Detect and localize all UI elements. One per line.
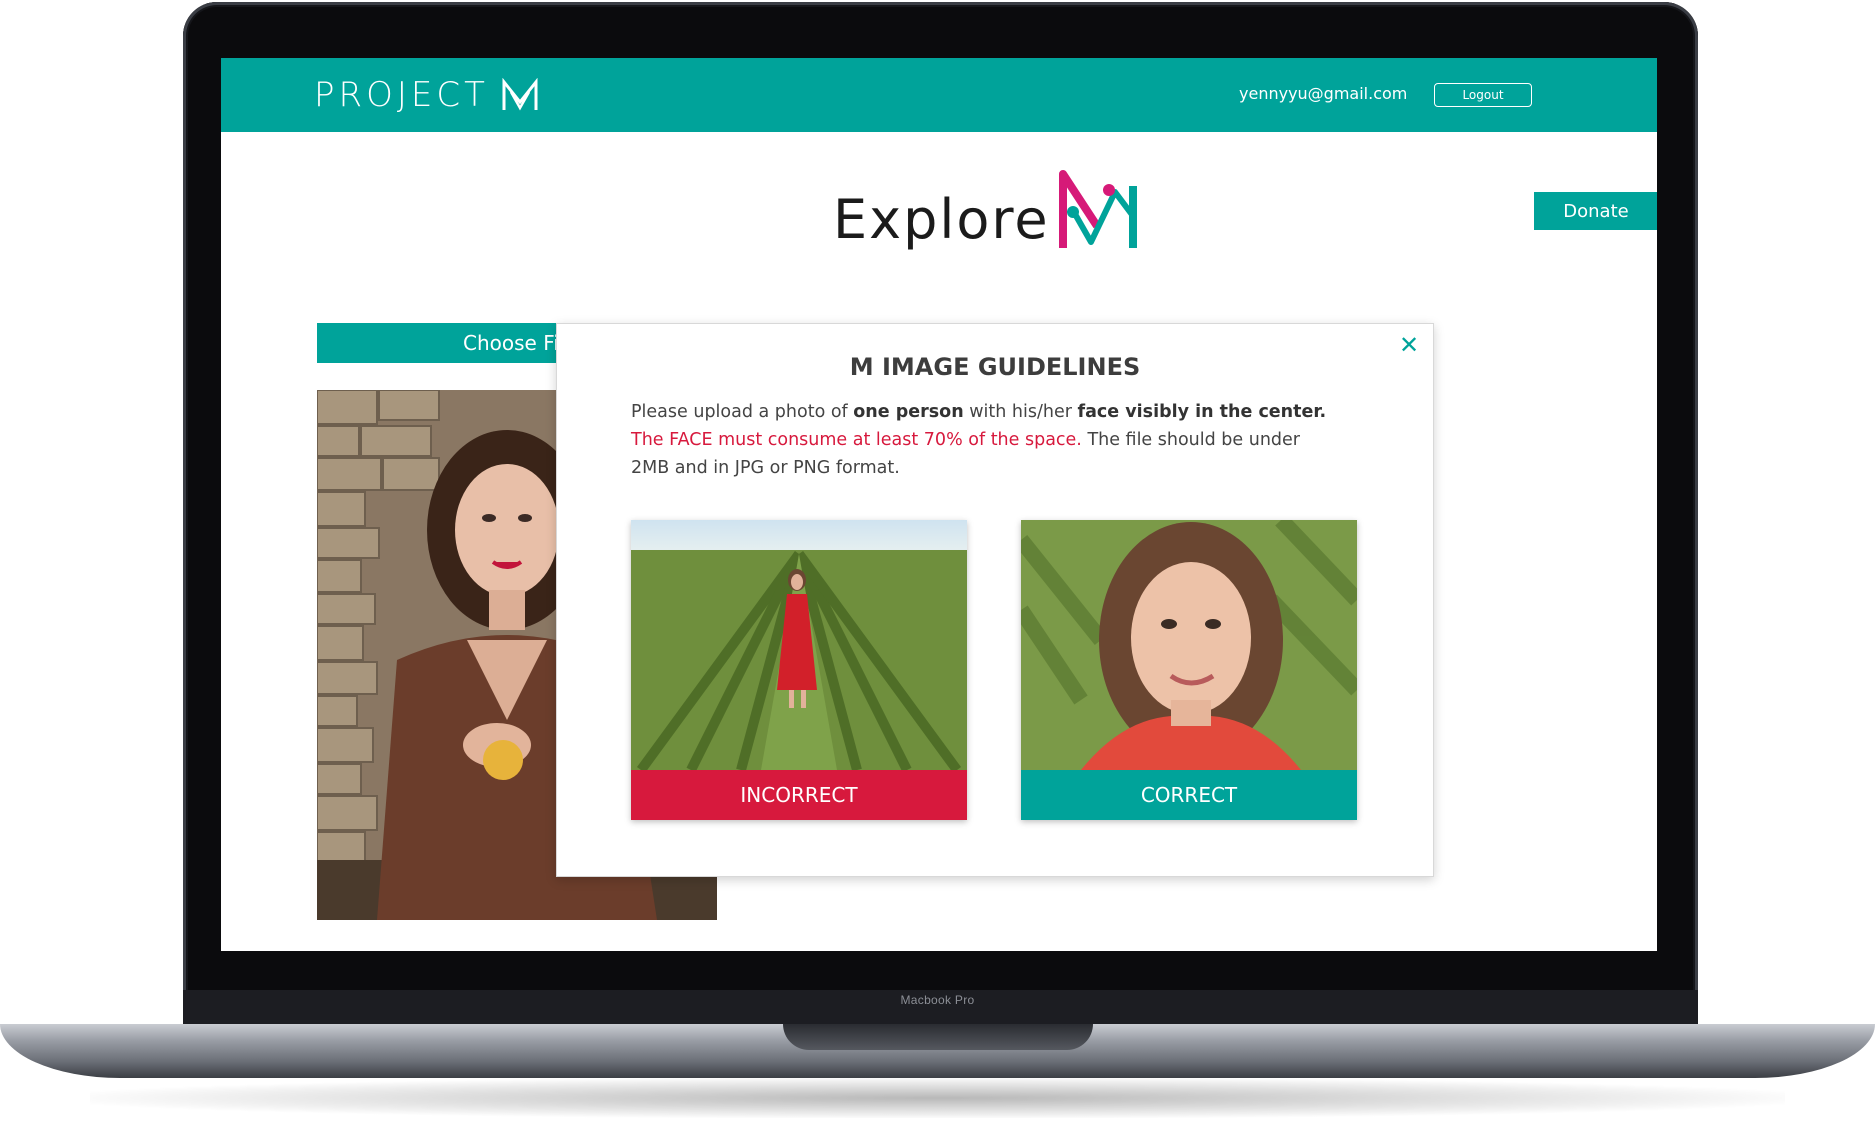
top-nav: PROJECT yennyyu@gmail.com Logout xyxy=(221,58,1657,132)
m-brand-mark-icon xyxy=(1059,170,1137,248)
page-title: Explore xyxy=(833,188,1050,251)
guidelines-bold-face-center: face visibly in the center. xyxy=(1077,402,1327,422)
guidelines-face-requirement: The FACE must consume at least 70% of th… xyxy=(631,430,1082,450)
logo-text: PROJECT xyxy=(314,75,489,115)
correct-label: CORRECT xyxy=(1021,770,1357,820)
laptop-notch xyxy=(783,1024,1093,1050)
guidelines-text: Please upload a photo of one person with… xyxy=(631,398,1331,482)
laptop-shadow xyxy=(90,1078,1785,1118)
incorrect-example-card: INCORRECT xyxy=(631,520,967,820)
guidelines-text-part1: Please upload a photo of xyxy=(631,402,854,422)
logout-button[interactable]: Logout xyxy=(1434,83,1532,107)
guidelines-bold-one-person: one person xyxy=(853,402,964,422)
device-model-label: Macbook Pro xyxy=(900,993,975,1007)
modal-title: M IMAGE GUIDELINES xyxy=(849,353,1141,381)
guidelines-text-part2: with his/her xyxy=(963,402,1078,422)
m-logo-icon xyxy=(502,78,538,111)
donate-button[interactable]: Donate xyxy=(1534,192,1657,230)
correct-example-photo xyxy=(1021,520,1357,770)
incorrect-label: INCORRECT xyxy=(631,770,967,820)
screen: PROJECT yennyyu@gmail.com Logout Explore… xyxy=(221,58,1657,951)
project-m-logo[interactable]: PROJECT xyxy=(314,71,539,119)
image-guidelines-modal: M IMAGE GUIDELINES ✕ Please upload a pho… xyxy=(556,323,1434,877)
correct-example-card: CORRECT xyxy=(1021,520,1357,820)
close-icon[interactable]: ✕ xyxy=(1395,331,1423,359)
user-email: yennyyu@gmail.com xyxy=(1239,84,1408,103)
incorrect-example-photo xyxy=(631,520,967,770)
